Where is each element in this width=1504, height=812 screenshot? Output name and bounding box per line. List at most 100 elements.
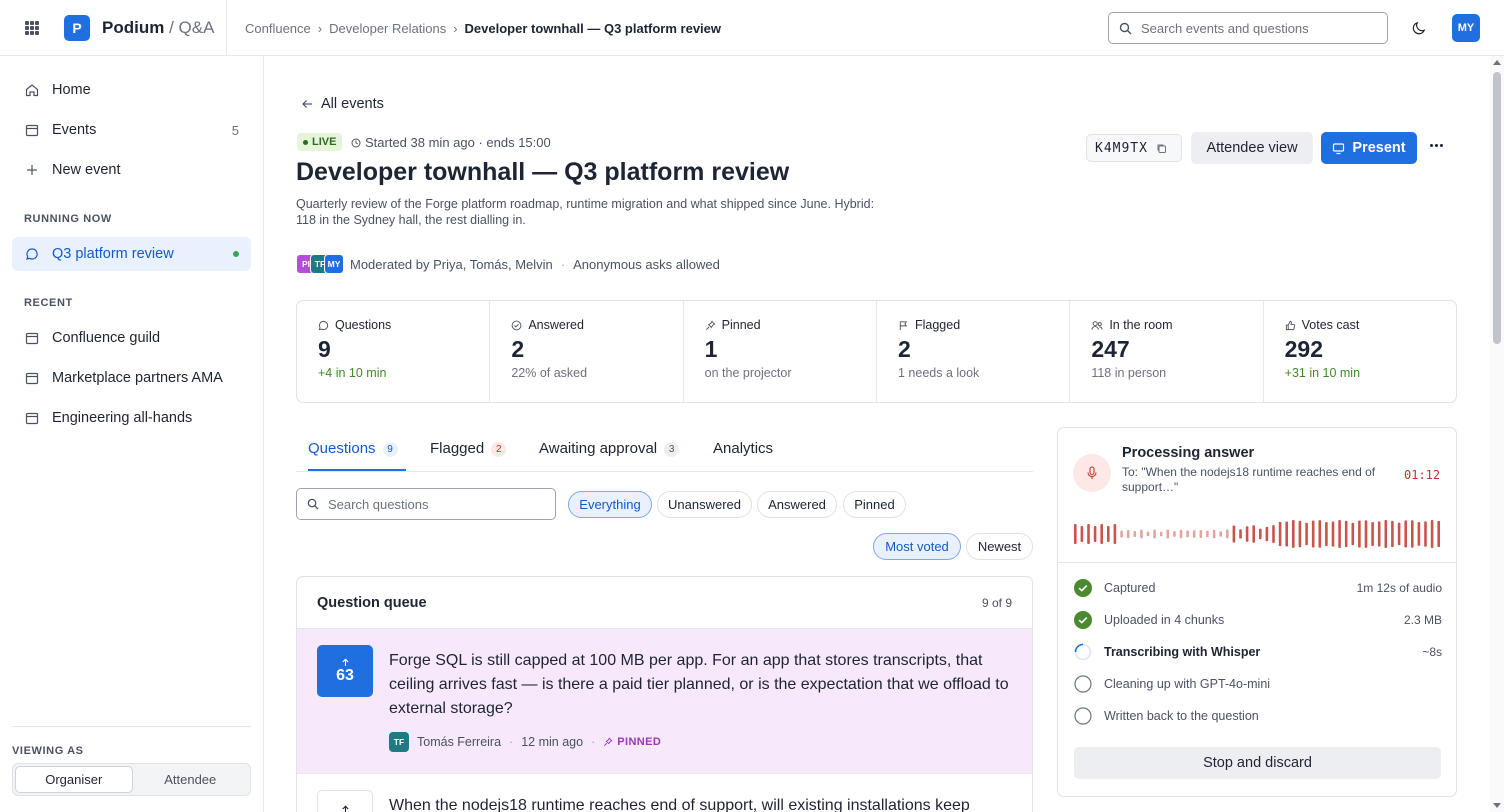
stat-flagged: Flagged 2 1 needs a look — [877, 301, 1071, 402]
sidebar-item-engineering-all-hands[interactable]: Engineering all-hands — [12, 401, 251, 435]
question-text: When the nodejs18 runtime reaches end of… — [389, 797, 970, 812]
people-icon — [1091, 320, 1103, 330]
stat-votes-cast: Votes cast 292 +31 in 10 min — [1284, 318, 1361, 380]
queue-title: Question queue — [317, 594, 427, 611]
list-item[interactable]: When the nodejs18 runtime reaches end of… — [297, 774, 1032, 812]
live-status-dot — [233, 251, 239, 257]
question-search-input[interactable] — [328, 496, 538, 512]
event-description: Quarterly review of the Forge platform r… — [296, 197, 875, 227]
scrollbar-thumb[interactable] — [1493, 72, 1501, 344]
filter-everything[interactable]: Everything — [568, 491, 652, 518]
arrow-up-icon — [341, 658, 349, 666]
filter-answered[interactable]: Answered — [757, 491, 837, 518]
processing-answer-card: Processing answer To: "When the nodejs18… — [1057, 427, 1457, 797]
list-item[interactable]: 63 Forge SQL is still capped at 100 MB p… — [297, 629, 1032, 774]
page-title: Developer townhall — Q3 platform review — [296, 158, 790, 186]
more-icon[interactable] — [1430, 144, 1443, 147]
running-now-label: RUNNING NOW — [24, 213, 112, 225]
chat-icon — [26, 248, 38, 260]
search-icon — [1119, 22, 1132, 34]
global-search-input[interactable] — [1141, 20, 1371, 36]
chevron-right-icon: › — [453, 21, 458, 36]
chat-icon — [318, 320, 329, 330]
question-meta: TF Tomás Ferreira · 12 min ago · PINNED — [389, 732, 661, 752]
thumbs-up-icon — [1285, 320, 1295, 330]
step-captured: Captured 1m 12s of audio — [1074, 578, 1442, 598]
step-transcribing: Transcribing with Whisper ~8s — [1074, 642, 1442, 662]
grid-icon[interactable] — [25, 21, 39, 35]
stop-and-discard-button[interactable]: Stop and discard — [1074, 747, 1441, 779]
stat-questions: Questions 9 +4 in 10 min — [297, 301, 491, 402]
moderators: PI TF MY Moderated by Priya, Tomás, Melv… — [296, 254, 720, 274]
user-avatar[interactable]: MY — [1452, 14, 1480, 42]
sidebar-item-events[interactable]: Events 5 — [12, 113, 251, 147]
event-code[interactable]: K4M9TX — [1086, 134, 1182, 162]
sidebar-item-q3-platform-review[interactable]: Q3 platform review — [12, 237, 251, 271]
check-circle-icon — [1074, 611, 1092, 629]
global-search[interactable] — [1108, 12, 1388, 44]
upvote-button[interactable]: 63 — [317, 645, 373, 697]
filter-unanswered[interactable]: Unanswered — [657, 491, 752, 518]
sidebar: Home Events 5 New event RUNNING NOW Q3 p… — [0, 56, 264, 812]
sidebar-item-confluence-guild[interactable]: Confluence guild — [12, 321, 251, 355]
back-link[interactable]: All events — [301, 96, 384, 112]
copy-icon[interactable] — [1156, 143, 1167, 154]
viewing-as-toggle: Organiser Attendee — [12, 763, 251, 796]
viewing-option-organiser[interactable]: Organiser — [15, 766, 133, 793]
events-count: 5 — [231, 122, 239, 138]
viewing-option-attendee[interactable]: Attendee — [133, 766, 249, 793]
viewing-as-label: VIEWING AS — [12, 745, 84, 757]
tab-flagged[interactable]: Flagged 2 — [430, 440, 507, 471]
plus-icon — [27, 165, 37, 175]
microphone-icon — [1073, 454, 1111, 492]
breadcrumb: Confluence › Developer Relations › Devel… — [245, 21, 721, 36]
sidebar-item-new-event[interactable]: New event — [12, 153, 251, 187]
logo[interactable]: P — [64, 15, 90, 41]
moderated-by-text: Moderated by Priya, Tomás, Melvin — [350, 256, 553, 272]
sidebar-item-home[interactable]: Home — [12, 73, 251, 107]
event-timing: Started 38 min ago · ends 15:00 — [351, 135, 551, 150]
calendar-icon — [25, 412, 39, 425]
breadcrumb-current: Developer townhall — Q3 platform review — [464, 21, 721, 36]
brand[interactable]: Podium / Q&A — [102, 18, 214, 38]
pin-icon — [705, 320, 716, 330]
step-cleaning-up: Cleaning up with GPT-4o-mini — [1074, 674, 1442, 694]
monitor-icon — [1333, 142, 1345, 154]
arrow-left-icon — [302, 100, 312, 108]
empty-circle-icon — [1074, 675, 1092, 693]
stat-pinned: Pinned 1 on the projector — [684, 301, 877, 402]
tab-awaiting-approval[interactable]: Awaiting approval 3 — [539, 440, 680, 471]
search-icon — [307, 498, 319, 510]
present-button[interactable]: Present — [1321, 132, 1417, 164]
stat-in-the-room: In the room 247 118 in person — [1070, 301, 1264, 402]
recording-timer: 01:12 — [1404, 468, 1441, 482]
step-written-back: Written back to the question — [1074, 706, 1442, 726]
question-time: 12 min ago — [521, 735, 584, 749]
breadcrumb-developer-relations[interactable]: Developer Relations — [329, 21, 446, 36]
tab-questions[interactable]: Questions 9 — [308, 440, 406, 471]
question-search[interactable] — [296, 488, 556, 520]
moon-icon[interactable] — [1412, 20, 1427, 35]
sort-most-voted[interactable]: Most voted — [873, 533, 961, 560]
check-circle-icon — [1074, 579, 1092, 597]
top-bar: P Podium / Q&A Confluence › Developer Re… — [0, 0, 1504, 56]
calendar-icon — [25, 124, 39, 137]
breadcrumb-confluence[interactable]: Confluence — [245, 21, 311, 36]
flag-icon — [899, 320, 908, 330]
audio-waveform — [1074, 520, 1440, 548]
processing-target: To: "When the nodejs18 runtime reaches e… — [1122, 465, 1376, 494]
arrow-up-icon — [341, 805, 349, 812]
empty-circle-icon — [1074, 707, 1092, 725]
attendee-view-button[interactable]: Attendee view — [1191, 132, 1313, 164]
question-author: Tomás Ferreira — [417, 735, 502, 749]
tab-analytics[interactable]: Analytics — [713, 440, 773, 471]
filter-pinned[interactable]: Pinned — [843, 491, 906, 518]
live-badge: LIVE — [297, 133, 343, 151]
scrollbar[interactable] — [1490, 56, 1504, 812]
sort-newest[interactable]: Newest — [966, 533, 1033, 560]
queue-count: 9 of 9 — [981, 595, 1012, 610]
sidebar-item-marketplace-partners-ama[interactable]: Marketplace partners AMA — [12, 361, 251, 395]
calendar-icon — [25, 372, 39, 385]
calendar-icon — [25, 332, 39, 345]
upvote-button[interactable] — [317, 790, 373, 812]
